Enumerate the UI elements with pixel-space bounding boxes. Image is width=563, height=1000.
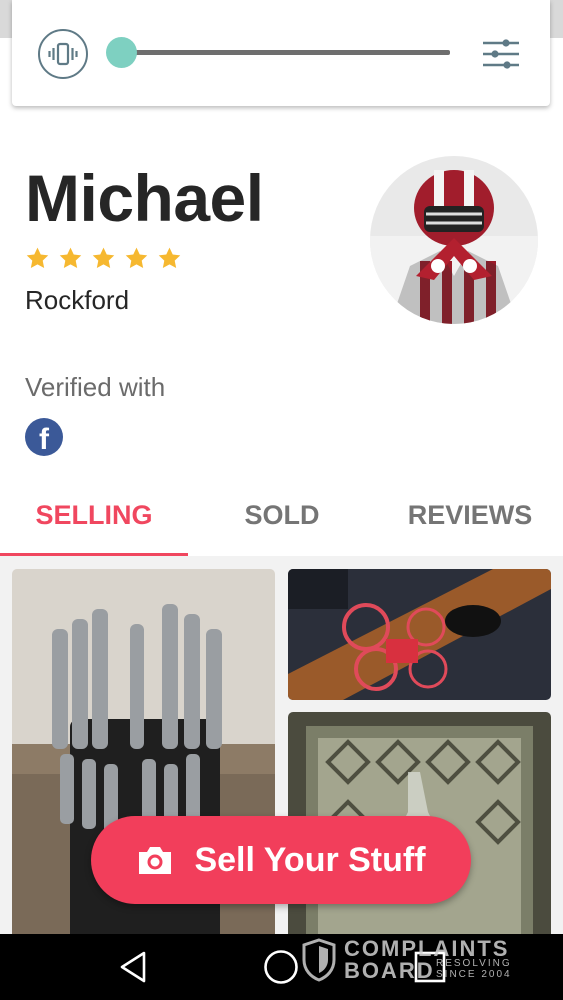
sell-button-label: Sell Your Stuff bbox=[194, 840, 426, 879]
verified-with-label: Verified with bbox=[25, 372, 166, 402]
volume-slider-thumb[interactable] bbox=[106, 37, 137, 68]
star-icon bbox=[59, 247, 82, 268]
profile-tabs: SELLING SOLD REVIEWS bbox=[0, 474, 563, 556]
star-icon bbox=[125, 247, 148, 268]
sliders-icon bbox=[483, 39, 519, 69]
watermark-tagline-2: SINCE 2004 bbox=[436, 969, 512, 980]
tab-sold[interactable]: SOLD bbox=[188, 474, 376, 556]
shield-icon bbox=[302, 938, 336, 982]
camera-icon bbox=[139, 847, 172, 874]
rating-stars bbox=[25, 246, 182, 271]
watermark-tagline-1: RESOLVING bbox=[436, 958, 512, 969]
avatar[interactable] bbox=[370, 156, 538, 324]
listing-drone[interactable] bbox=[288, 569, 551, 700]
vibrate-toggle-button[interactable] bbox=[38, 29, 88, 79]
volume-panel bbox=[12, 0, 550, 106]
complaints-board-watermark: COMPLAINTS BOARD RESOLVING SINCE 2004 bbox=[302, 936, 517, 984]
star-icon bbox=[26, 247, 49, 268]
back-icon bbox=[120, 951, 146, 983]
tab-reviews[interactable]: REVIEWS bbox=[376, 474, 563, 556]
facebook-icon: f bbox=[25, 418, 63, 456]
volume-settings-button[interactable] bbox=[480, 34, 522, 74]
sell-your-stuff-button[interactable]: Sell Your Stuff bbox=[91, 816, 471, 904]
nav-back-button[interactable] bbox=[98, 934, 168, 1000]
volume-slider-track[interactable] bbox=[123, 50, 450, 55]
profile-name: Michael bbox=[25, 161, 264, 235]
watermark-line-2: BOARD bbox=[344, 958, 435, 983]
profile-location: Rockford bbox=[25, 285, 130, 315]
star-icon bbox=[158, 247, 181, 268]
star-icon bbox=[92, 247, 115, 268]
home-icon bbox=[264, 950, 298, 984]
tab-selling[interactable]: SELLING bbox=[0, 474, 188, 556]
vibrate-icon bbox=[48, 42, 78, 66]
watermark-tagline: RESOLVING SINCE 2004 bbox=[436, 958, 512, 980]
